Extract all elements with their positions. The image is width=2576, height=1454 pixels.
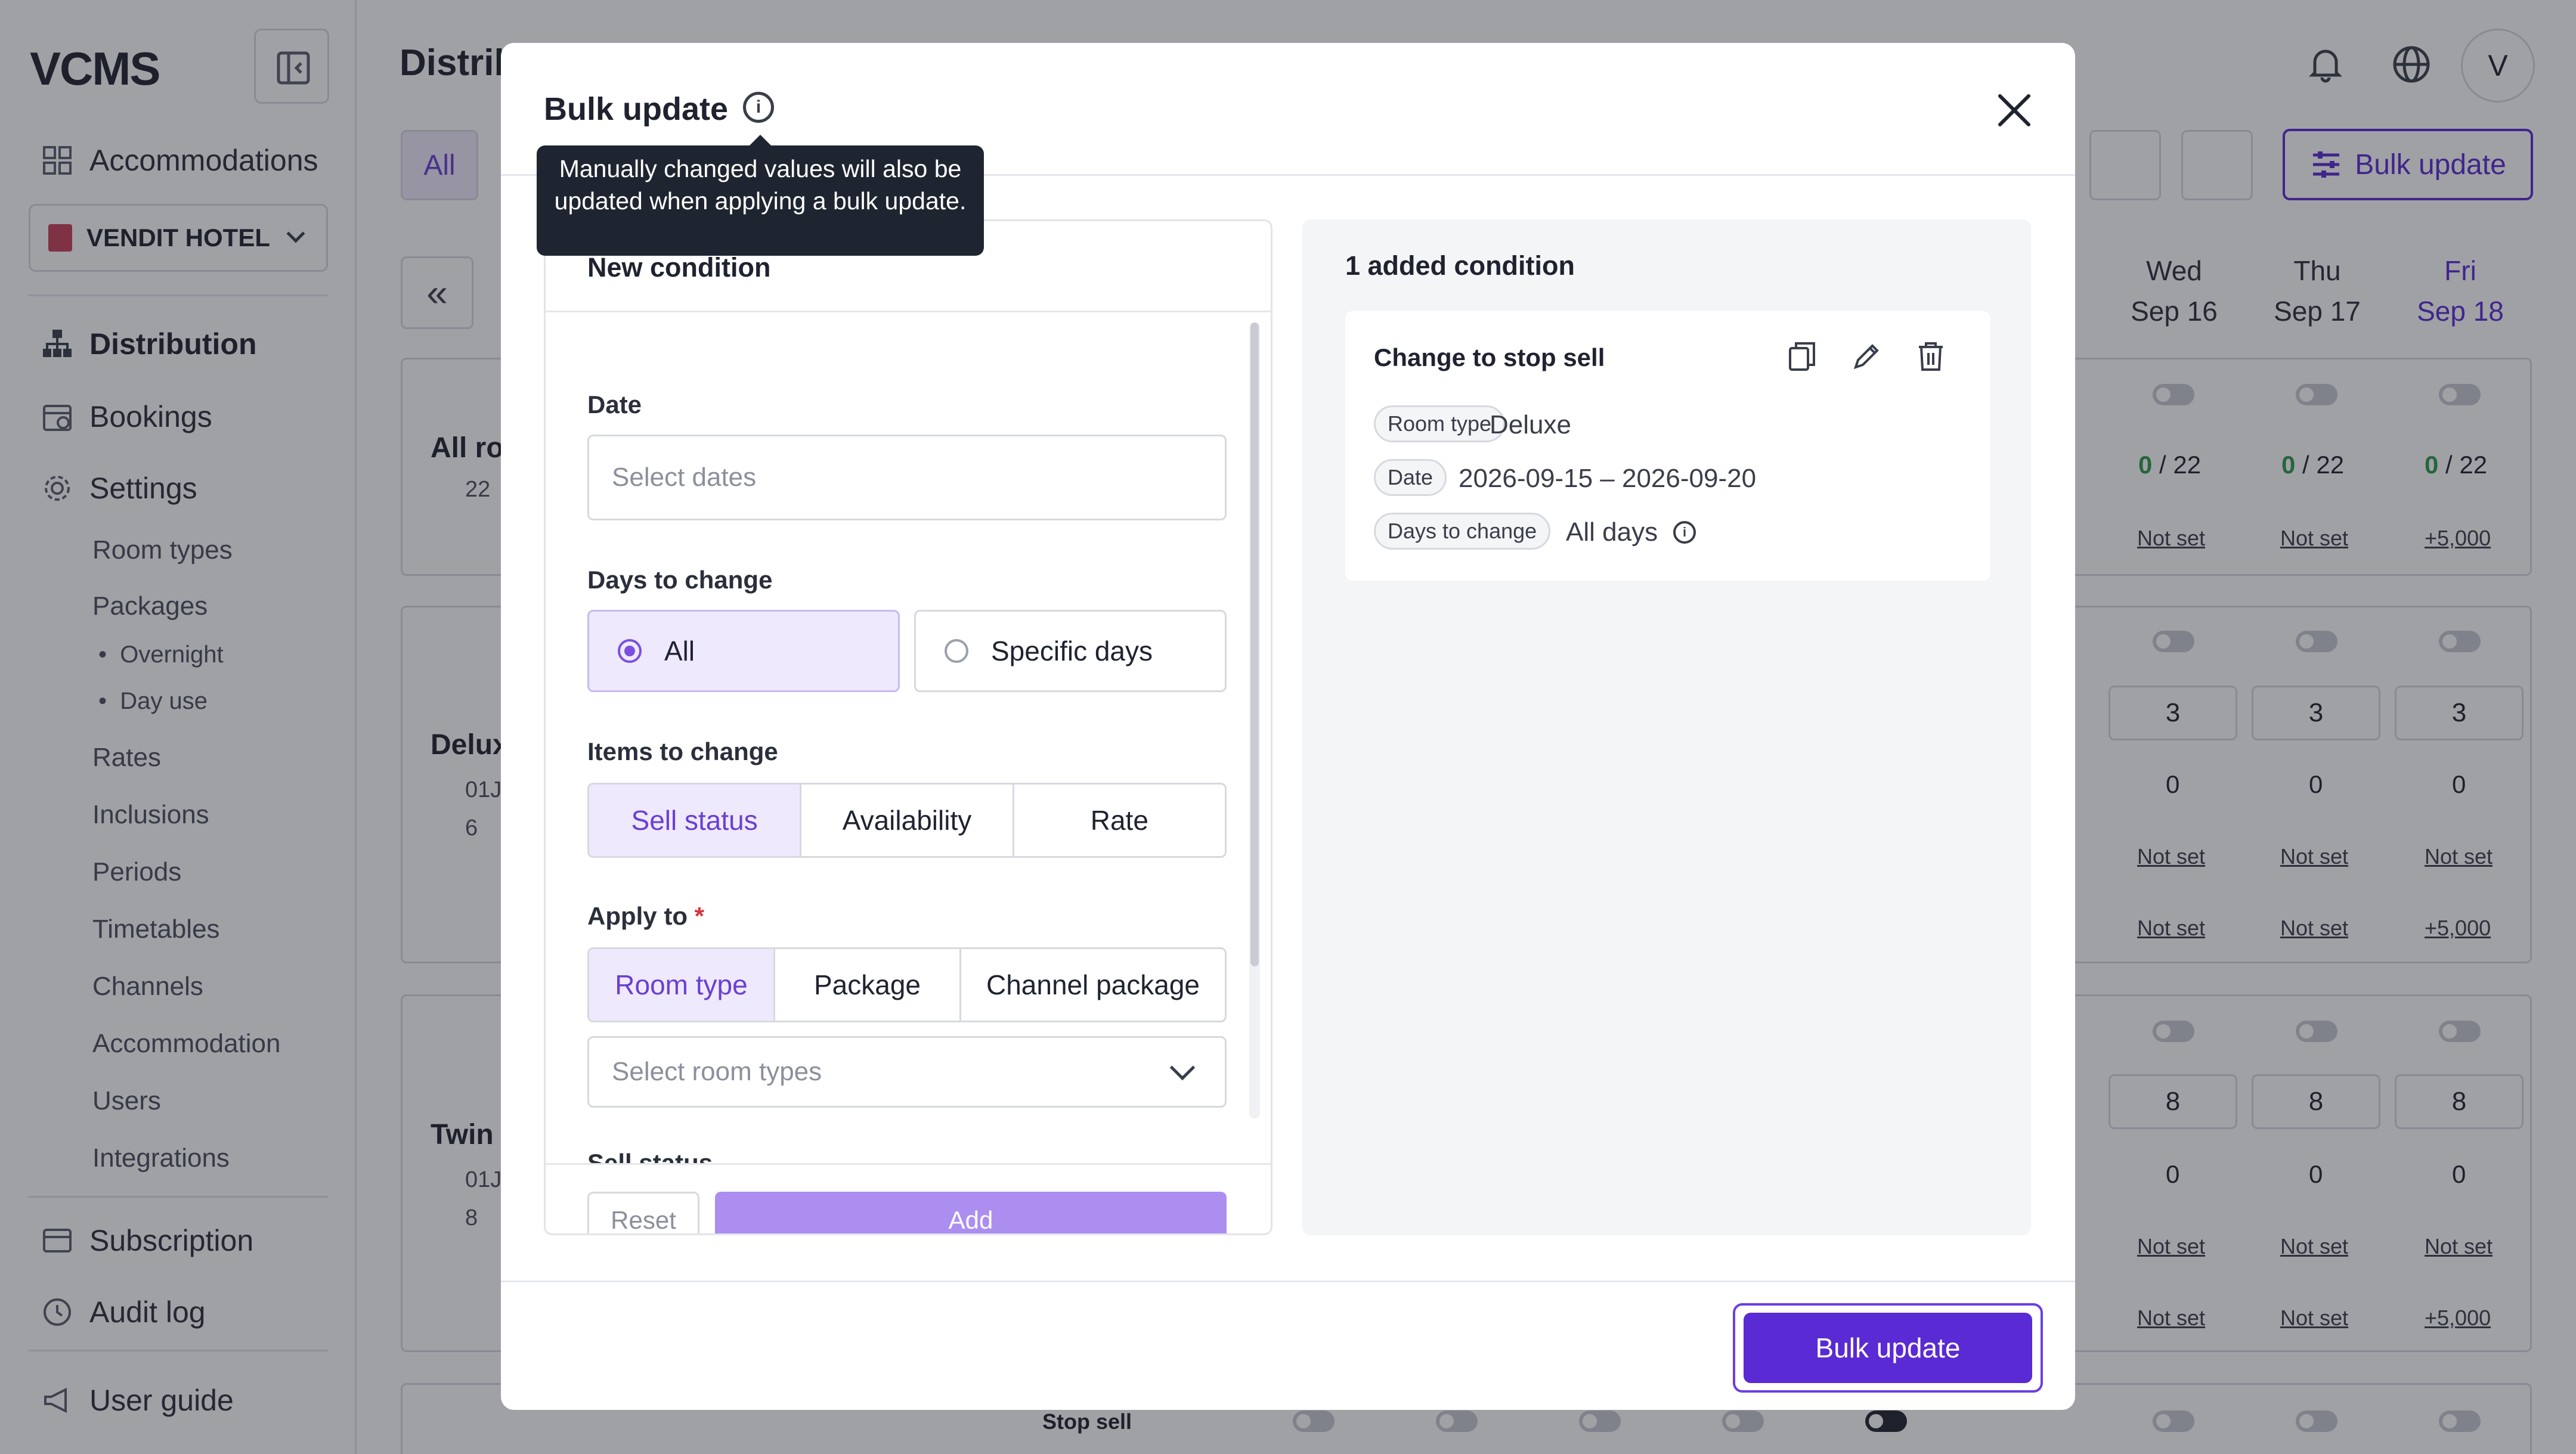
select-placeholder: Select room types [612, 1057, 822, 1086]
new-condition-panel: New condition Date Select dates Days to … [544, 219, 1272, 1235]
apply-segmented-control: Room type Package Channel package [587, 947, 1227, 1022]
info-icon[interactable]: i [743, 92, 774, 123]
panel-heading: 1 added condition [1345, 250, 1575, 281]
apply-option-room-type[interactable]: Room type [589, 949, 775, 1021]
chip-days: Days to change [1374, 513, 1551, 550]
apply-label: Apply to * [587, 902, 704, 931]
chevron-down-icon [1169, 1055, 1196, 1081]
days-label: Days to change [587, 566, 773, 594]
apply-option-package[interactable]: Package [775, 949, 961, 1021]
chip-value: Deluxe [1490, 410, 1571, 439]
room-types-select[interactable]: Select room types [587, 1036, 1227, 1108]
copy-icon[interactable] [1783, 337, 1821, 376]
days-option-all[interactable]: All [587, 610, 900, 692]
chip-date: Date [1374, 459, 1447, 496]
items-segmented-control: Sell status Availability Rate [587, 783, 1227, 858]
items-option-availability[interactable]: Availability [801, 785, 1014, 856]
condition-card: Change to stop sell Room type Deluxe Dat… [1345, 311, 1990, 581]
radio-label: All [664, 635, 695, 666]
pencil-icon[interactable] [1847, 337, 1885, 376]
radio-label: Specific days [991, 635, 1153, 666]
info-icon[interactable]: i [1673, 521, 1696, 544]
apply-label-text: Apply to [587, 902, 688, 930]
items-option-sell-status[interactable]: Sell status [589, 785, 802, 856]
trash-icon[interactable] [1912, 337, 1950, 376]
condition-title: Change to stop sell [1374, 343, 1605, 371]
sell-status-label: Sell status [587, 1149, 713, 1163]
chip-value: All days [1566, 517, 1658, 547]
chip-room-type: Room type [1374, 405, 1506, 442]
info-tooltip: Manually changed values will also be upd… [537, 135, 984, 256]
panel-heading: New condition [587, 252, 771, 283]
apply-option-channel-package[interactable]: Channel package [961, 949, 1225, 1021]
items-option-rate[interactable]: Rate [1014, 785, 1225, 856]
divider [546, 1163, 1271, 1165]
bulk-update-modal: Bulk update i New condition Date Select … [501, 43, 2075, 1410]
radio-icon [945, 639, 968, 663]
chip-value: 2026-09-15 – 2026-09-20 [1459, 464, 1757, 493]
days-option-specific[interactable]: Specific days [914, 610, 1227, 692]
added-conditions-panel: 1 added condition Change to stop sell Ro… [1302, 219, 2031, 1235]
close-icon[interactable] [1995, 91, 2034, 130]
reset-button[interactable]: Reset [587, 1192, 699, 1233]
divider [546, 311, 1271, 312]
modal-title: Bulk update [544, 91, 729, 127]
radio-icon [618, 639, 642, 663]
panel-scrollbar[interactable] [1249, 323, 1260, 1118]
bulk-update-submit-button[interactable]: Bulk update [1744, 1313, 2032, 1383]
required-marker: * [694, 902, 705, 930]
date-label: Date [587, 390, 642, 418]
divider [501, 1281, 2075, 1282]
items-label: Items to change [587, 737, 778, 765]
date-input[interactable]: Select dates [587, 435, 1227, 520]
add-condition-button[interactable]: Add [715, 1192, 1227, 1233]
